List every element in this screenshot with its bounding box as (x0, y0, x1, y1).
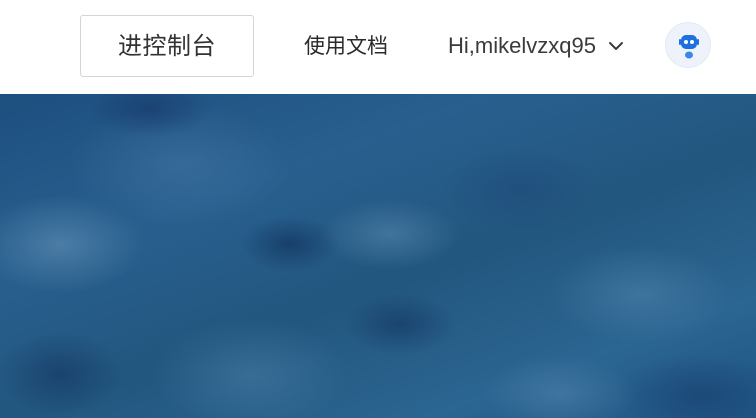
avatar[interactable] (665, 22, 711, 68)
chevron-down-icon[interactable] (608, 38, 624, 54)
hero-banner (0, 94, 756, 418)
user-menu[interactable]: Hi,mikelvzxq95 (448, 30, 624, 62)
user-greeting: Hi,mikelvzxq95 (448, 33, 596, 58)
docs-link[interactable]: 使用文档 (304, 30, 388, 62)
top-nav-bar: 进控制台 使用文档 Hi,mikelvzxq95 (0, 0, 756, 94)
robot-avatar-icon (679, 35, 699, 59)
console-button[interactable]: 进控制台 (80, 15, 254, 77)
